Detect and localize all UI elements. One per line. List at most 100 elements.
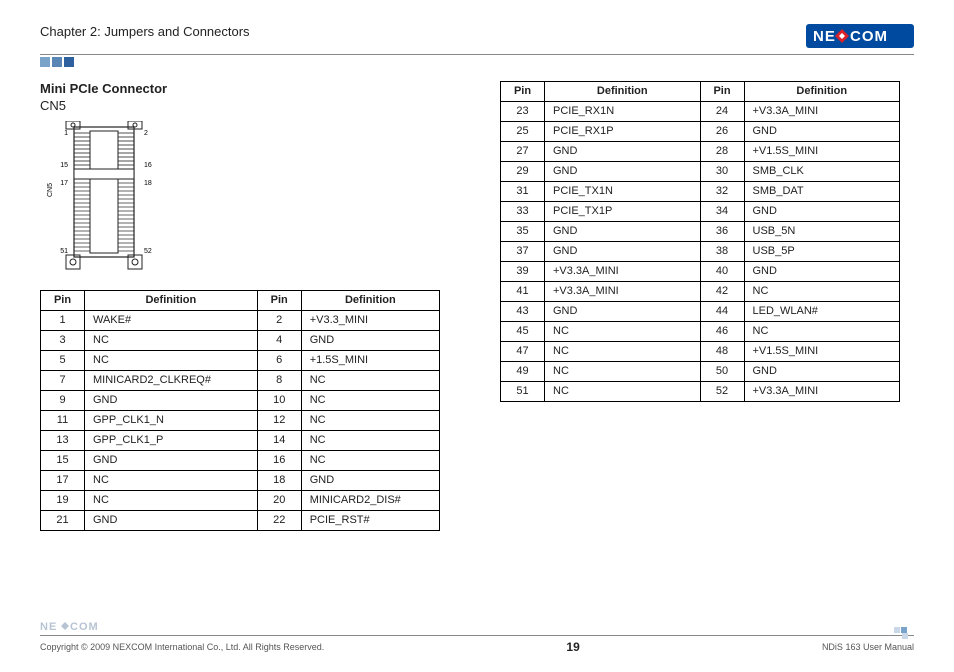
definition-cell: NC: [744, 322, 900, 342]
svg-text:NE: NE: [40, 621, 57, 633]
definition-cell: NC: [85, 471, 258, 491]
definition-cell: USB_5N: [744, 222, 900, 242]
pin-cell: 32: [700, 182, 744, 202]
definition-cell: GND: [85, 391, 258, 411]
header-rule: [40, 54, 914, 55]
pin-cell: 17: [41, 471, 85, 491]
table-header-row: Pin Definition Pin Definition: [41, 291, 440, 311]
definition-cell: MINICARD2_DIS#: [301, 491, 439, 511]
definition-cell: +V3.3A_MINI: [744, 102, 900, 122]
svg-text:51: 51: [60, 248, 68, 255]
pin-cell: 6: [257, 351, 301, 371]
pin-cell: 10: [257, 391, 301, 411]
table-row: 27GND28+V1.5S_MINI: [501, 142, 900, 162]
table-row: 51NC52+V3.3A_MINI: [501, 382, 900, 402]
definition-cell: NC: [85, 491, 258, 511]
decor-squares: [40, 57, 914, 67]
pin-cell: 20: [257, 491, 301, 511]
svg-text:52: 52: [144, 248, 152, 255]
definition-cell: +V1.5S_MINI: [744, 342, 900, 362]
definition-cell: GND: [85, 511, 258, 531]
pin-cell: 13: [41, 431, 85, 451]
table-row: 15GND16NC: [41, 451, 440, 471]
table-row: 19NC20MINICARD2_DIS#: [41, 491, 440, 511]
chapter-title: Chapter 2: Jumpers and Connectors: [40, 24, 250, 39]
pin-cell: 29: [501, 162, 545, 182]
definition-cell: GND: [744, 122, 900, 142]
section-title: Mini PCIe Connector: [40, 81, 440, 96]
definition-cell: USB_5P: [744, 242, 900, 262]
pin-cell: 48: [700, 342, 744, 362]
pin-cell: 8: [257, 371, 301, 391]
pin-cell: 52: [700, 382, 744, 402]
pin-cell: 4: [257, 331, 301, 351]
pin-cell: 31: [501, 182, 545, 202]
pin-cell: 19: [41, 491, 85, 511]
definition-cell: GND: [545, 222, 701, 242]
square-icon: [40, 57, 50, 67]
square-icon: [902, 633, 908, 639]
col-def: Definition: [744, 82, 900, 102]
svg-text:17: 17: [60, 180, 68, 187]
definition-cell: +V3.3A_MINI: [744, 382, 900, 402]
definition-cell: +V1.5S_MINI: [744, 142, 900, 162]
definition-cell: GND: [301, 331, 439, 351]
table-row: 5NC6+1.5S_MINI: [41, 351, 440, 371]
svg-text:COM: COM: [850, 28, 888, 45]
table-row: 7MINICARD2_CLKREQ#8NC: [41, 371, 440, 391]
nexcom-logo-small: NE COM: [40, 619, 110, 633]
table-row: 21GND22PCIE_RST#: [41, 511, 440, 531]
pin-cell: 42: [700, 282, 744, 302]
pin-cell: 51: [501, 382, 545, 402]
svg-text:15: 15: [60, 162, 68, 169]
pin-cell: 16: [257, 451, 301, 471]
pin-cell: 39: [501, 262, 545, 282]
table-row: 25PCIE_RX1P26GND: [501, 122, 900, 142]
table-row: 17NC18GND: [41, 471, 440, 491]
col-def: Definition: [301, 291, 439, 311]
pin-cell: 18: [257, 471, 301, 491]
pin-cell: 47: [501, 342, 545, 362]
pin-cell: 2: [257, 311, 301, 331]
definition-cell: +1.5S_MINI: [301, 351, 439, 371]
content-area: Mini PCIe Connector CN5: [40, 81, 914, 531]
definition-cell: PCIE_TX1P: [545, 202, 701, 222]
table-row: 23PCIE_RX1N24+V3.3A_MINI: [501, 102, 900, 122]
definition-cell: GND: [545, 162, 701, 182]
definition-cell: GND: [744, 362, 900, 382]
pin-cell: 15: [41, 451, 85, 471]
table-row: 43GND44LED_WLAN#: [501, 302, 900, 322]
definition-cell: PCIE_RST#: [301, 511, 439, 531]
svg-text:2: 2: [144, 130, 148, 137]
col-def: Definition: [85, 291, 258, 311]
pin-cell: 35: [501, 222, 545, 242]
pin-cell: 22: [257, 511, 301, 531]
svg-text:NE: NE: [813, 28, 836, 45]
pin-cell: 36: [700, 222, 744, 242]
definition-cell: +V3.3_MINI: [301, 311, 439, 331]
pin-cell: 34: [700, 202, 744, 222]
pin-cell: 21: [41, 511, 85, 531]
pin-cell: 50: [700, 362, 744, 382]
definition-cell: SMB_CLK: [744, 162, 900, 182]
definition-cell: GPP_CLK1_P: [85, 431, 258, 451]
pin-cell: 24: [700, 102, 744, 122]
pin-cell: 7: [41, 371, 85, 391]
table-row: 47NC48+V1.5S_MINI: [501, 342, 900, 362]
table-row: 49NC50GND: [501, 362, 900, 382]
definition-cell: GND: [301, 471, 439, 491]
col-pin: Pin: [257, 291, 301, 311]
pin-cell: 26: [700, 122, 744, 142]
pin-cell: 3: [41, 331, 85, 351]
square-icon: [64, 57, 74, 67]
definition-cell: GPP_CLK1_N: [85, 411, 258, 431]
table-row: 33PCIE_TX1P34GND: [501, 202, 900, 222]
pin-cell: 28: [700, 142, 744, 162]
svg-text:CN5: CN5: [47, 183, 54, 197]
table-row: 1WAKE#2+V3.3_MINI: [41, 311, 440, 331]
pin-cell: 37: [501, 242, 545, 262]
definition-cell: NC: [545, 362, 701, 382]
definition-cell: NC: [545, 342, 701, 362]
pin-cell: 9: [41, 391, 85, 411]
copyright-text: Copyright © 2009 NEXCOM International Co…: [40, 642, 324, 652]
